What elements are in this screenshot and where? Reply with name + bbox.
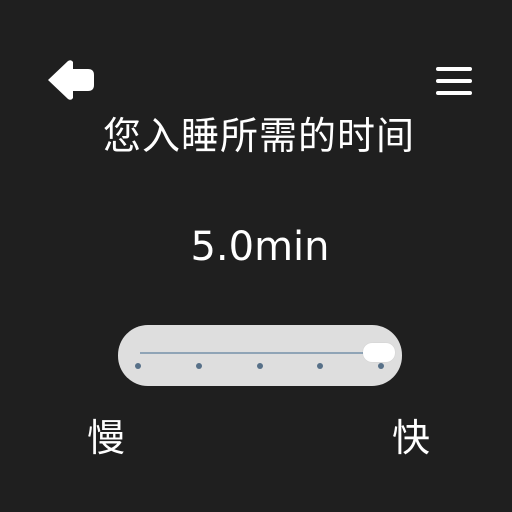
slider-track <box>140 352 376 354</box>
menu-button[interactable] <box>434 64 474 98</box>
sleep-speed-slider[interactable] <box>118 325 402 386</box>
slow-label: 慢 <box>87 416 126 460</box>
hamburger-menu-icon <box>436 67 472 95</box>
fast-label: 快 <box>392 416 431 460</box>
slider-tick <box>256 363 263 369</box>
page-title: 您入睡所需的时间 <box>102 114 415 158</box>
slider-tick <box>135 363 141 369</box>
slider-tick <box>195 363 202 369</box>
sleep-latency-value: 5.0min <box>190 224 330 270</box>
slider-tick <box>317 363 324 369</box>
slider-tick <box>378 363 384 369</box>
screen: 您入睡所需的时间 5.0min 慢 快 <box>0 0 512 512</box>
back-button[interactable] <box>44 58 98 104</box>
slider-thumb[interactable] <box>363 343 395 362</box>
arrow-left-icon <box>48 60 94 100</box>
